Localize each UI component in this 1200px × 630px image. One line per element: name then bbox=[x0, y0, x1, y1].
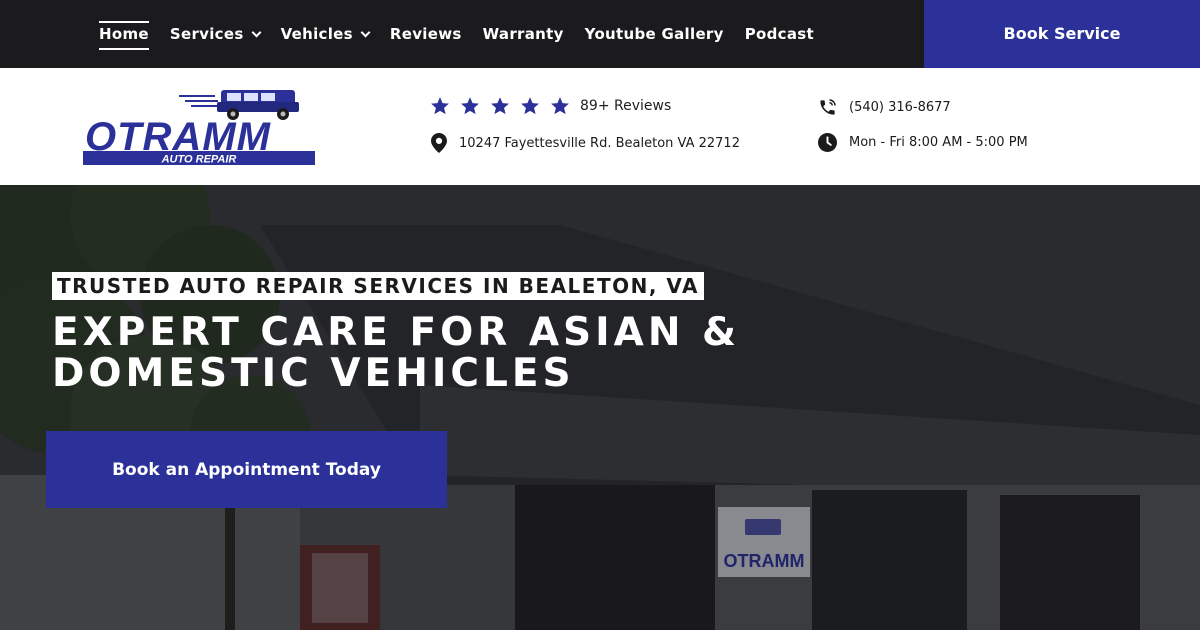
map-pin-icon bbox=[431, 133, 447, 153]
nav-item-label: Vehicles bbox=[280, 25, 353, 43]
nav-item-label: Reviews bbox=[389, 25, 462, 43]
nav-item-label: Podcast bbox=[744, 25, 814, 43]
nav-item-home[interactable]: Home bbox=[99, 0, 149, 68]
rating-stars bbox=[430, 96, 580, 116]
main-nav: Home Services Vehicles Reviews Warranty … bbox=[99, 0, 835, 68]
address-text: 10247 Fayettesville Rd. Bealeton VA 2271… bbox=[459, 135, 740, 151]
business-hours: Mon - Fri 8:00 AM - 5:00 PM bbox=[818, 133, 1028, 152]
nav-item-label: Services bbox=[169, 25, 244, 43]
info-band: OTRAMM AUTO REPAIR 89+ Reviews 10247 Fay… bbox=[0, 68, 1200, 185]
hero-tagline: Trusted Auto Repair Services in Bealeton… bbox=[57, 274, 700, 298]
nav-item-youtube-gallery[interactable]: Youtube Gallery bbox=[585, 0, 724, 68]
phone-text: (540) 316-8677 bbox=[849, 100, 951, 115]
phone-icon bbox=[820, 99, 836, 115]
nav-item-label: Home bbox=[99, 25, 149, 43]
reviews-count-link[interactable]: 89+ Reviews bbox=[580, 98, 671, 114]
star-icon bbox=[521, 97, 539, 115]
nav-item-vehicles[interactable]: Vehicles bbox=[280, 0, 371, 68]
hero-overlay bbox=[0, 185, 1200, 630]
star-icon bbox=[461, 97, 479, 115]
otramm-logo-graphic: OTRAMM AUTO REPAIR bbox=[83, 90, 315, 166]
hours-text: Mon - Fri 8:00 AM - 5:00 PM bbox=[849, 135, 1028, 150]
phone-link[interactable]: (540) 316-8677 bbox=[818, 98, 951, 117]
nav-item-podcast[interactable]: Podcast bbox=[745, 0, 814, 68]
hero-section: OTRAMM Trusted Auto Repair Services in B… bbox=[0, 185, 1200, 630]
top-navigation-bar: Home Services Vehicles Reviews Warranty … bbox=[0, 0, 1200, 68]
clock-icon bbox=[818, 133, 837, 152]
hero-headline: Expert Care for Asian & Domestic Vehicle… bbox=[52, 310, 741, 396]
chevron-down-icon bbox=[360, 27, 371, 37]
nav-item-reviews[interactable]: Reviews bbox=[390, 0, 462, 68]
nav-item-label: Warranty bbox=[482, 25, 564, 43]
svg-text:AUTO REPAIR: AUTO REPAIR bbox=[161, 154, 237, 166]
rating-summary[interactable]: 89+ Reviews bbox=[430, 96, 671, 116]
star-icon bbox=[551, 97, 569, 115]
nav-item-warranty[interactable]: Warranty bbox=[483, 0, 564, 68]
tagline-box: Trusted Auto Repair Services in Bealeton… bbox=[52, 272, 705, 300]
chevron-down-icon bbox=[251, 27, 262, 37]
address-link[interactable]: 10247 Fayettesville Rd. Bealeton VA 2271… bbox=[431, 133, 740, 153]
site-logo[interactable]: OTRAMM AUTO REPAIR bbox=[83, 84, 319, 168]
nav-item-services[interactable]: Services bbox=[169, 0, 262, 68]
star-icon bbox=[491, 97, 509, 115]
nav-item-label: Youtube Gallery bbox=[584, 25, 724, 43]
book-service-button[interactable]: Book Service bbox=[924, 0, 1200, 68]
book-appointment-button[interactable]: Book an Appointment Today bbox=[46, 431, 447, 508]
star-icon bbox=[431, 97, 449, 115]
